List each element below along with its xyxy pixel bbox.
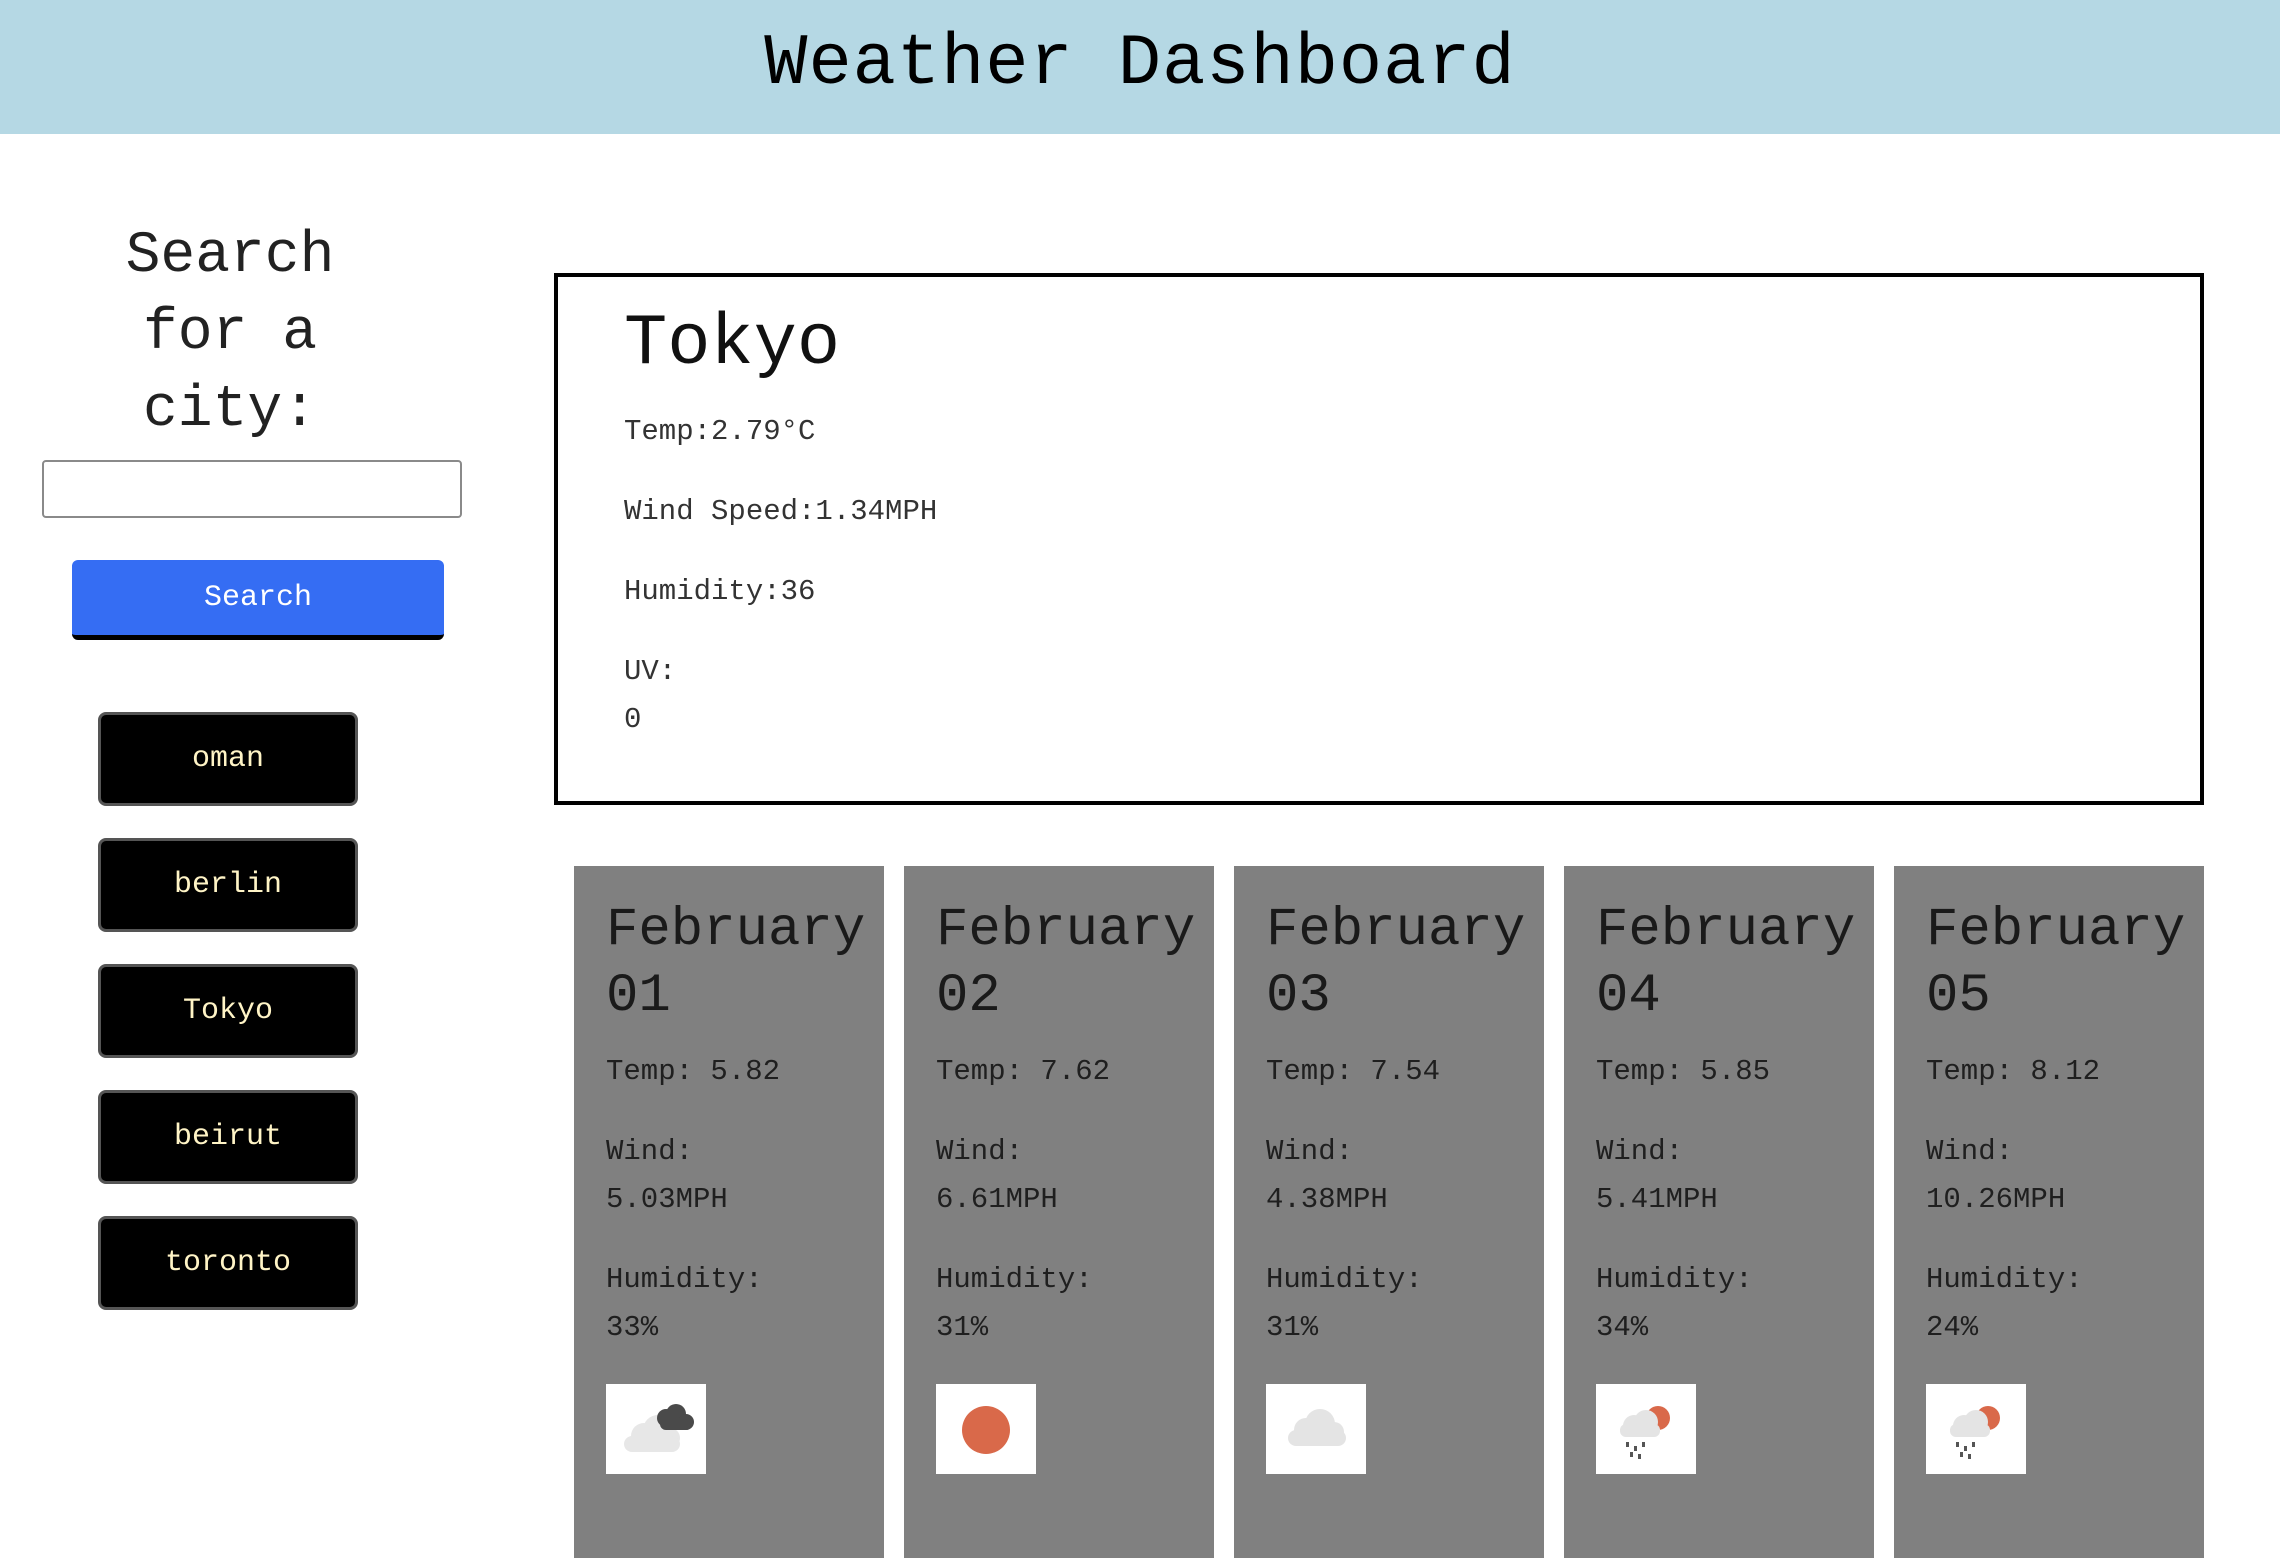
search-button[interactable]: Search — [72, 560, 444, 640]
forecast-card: February 03 Temp: 7.54 Wind: 4.38MPH Hum… — [1234, 866, 1544, 1558]
forecast-humidity-value: 31% — [936, 1311, 989, 1344]
forecast-temp: Temp: 7.54 — [1266, 1055, 1441, 1088]
forecast-card: February 02 Temp: 7.62 Wind: 6.61MPH Hum… — [904, 866, 1214, 1558]
rain-sun-icon — [1926, 1384, 2026, 1474]
forecast-card: February 01 Temp: 5.82 Wind: 5.03MPH Hum… — [574, 866, 884, 1558]
current-city-name: Tokyo — [624, 303, 841, 385]
history-button-oman[interactable]: oman — [98, 712, 358, 806]
current-wind: Wind Speed:1.34MPH — [624, 495, 938, 528]
rain-sun-icon — [1596, 1384, 1696, 1474]
forecast-date-month: February — [1926, 900, 2186, 961]
broken-clouds-icon — [606, 1384, 706, 1474]
search-input[interactable] — [42, 460, 462, 518]
forecast-humidity-value: 31% — [1266, 1311, 1319, 1344]
current-temp: Temp:2.79°C — [624, 415, 816, 448]
forecast-card: February 04 Temp: 5.85 Wind: 5.41MPH Hum… — [1564, 866, 1874, 1558]
forecast-date-day: 04 — [1596, 966, 1661, 1027]
current-weather-card: Tokyo Temp:2.79°C Wind Speed:1.34MPH Hum… — [554, 273, 2204, 805]
current-uv-value: 0 — [624, 703, 642, 736]
forecast-wind-label: Wind: — [1926, 1135, 2014, 1168]
page-header: Weather Dashboard — [0, 0, 2280, 134]
forecast-date-month: February — [1266, 900, 1526, 961]
forecast-wind-value: 10.26MPH — [1926, 1183, 2066, 1216]
forecast-date-day: 03 — [1266, 966, 1331, 1027]
forecast-wind-label: Wind: — [1266, 1135, 1354, 1168]
forecast-date-month: February — [936, 900, 1196, 961]
cloud-icon — [1266, 1384, 1366, 1474]
forecast-date-month: February — [1596, 900, 1856, 961]
current-humidity: Humidity:36 — [624, 575, 816, 608]
forecast-wind-value: 4.38MPH — [1266, 1183, 1388, 1216]
forecast-temp: Temp: 7.62 — [936, 1055, 1111, 1088]
forecast-humidity-label: Humidity: — [606, 1263, 763, 1296]
page-title: Weather Dashboard — [764, 23, 1516, 105]
forecast-humidity-label: Humidity: — [1596, 1263, 1753, 1296]
history-button-beirut[interactable]: beirut — [98, 1090, 358, 1184]
forecast-temp: Temp: 5.82 — [606, 1055, 781, 1088]
clear-sky-sun-icon — [936, 1384, 1036, 1474]
forecast-humidity-value: 34% — [1596, 1311, 1649, 1344]
forecast-humidity-label: Humidity: — [1926, 1263, 2083, 1296]
forecast-humidity-value: 24% — [1926, 1311, 1979, 1344]
forecast-wind-value: 5.41MPH — [1596, 1183, 1718, 1216]
search-heading: Search for a city: — [125, 224, 335, 443]
forecast-date-day: 02 — [936, 966, 1001, 1027]
forecast-wind-label: Wind: — [1596, 1135, 1684, 1168]
forecast-date-month: February — [606, 900, 866, 961]
forecast-wind-value: 6.61MPH — [936, 1183, 1058, 1216]
forecast-card: February 05 Temp: 8.12 Wind: 10.26MPH Hu… — [1894, 866, 2204, 1558]
forecast-wind-label: Wind: — [936, 1135, 1024, 1168]
current-uv-label: UV: — [624, 655, 677, 688]
forecast-humidity-label: Humidity: — [1266, 1263, 1423, 1296]
forecast-temp: Temp: 5.85 — [1596, 1055, 1771, 1088]
history-button-tokyo[interactable]: Tokyo — [98, 964, 358, 1058]
forecast-wind-label: Wind: — [606, 1135, 694, 1168]
history-button-toronto[interactable]: toronto — [98, 1216, 358, 1310]
forecast-date-day: 05 — [1926, 966, 1991, 1027]
forecast-humidity-value: 33% — [606, 1311, 659, 1344]
forecast-temp: Temp: 8.12 — [1926, 1055, 2101, 1088]
forecast-wind-value: 5.03MPH — [606, 1183, 728, 1216]
history-button-berlin[interactable]: berlin — [98, 838, 358, 932]
forecast-date-day: 01 — [606, 966, 671, 1027]
forecast-humidity-label: Humidity: — [936, 1263, 1093, 1296]
